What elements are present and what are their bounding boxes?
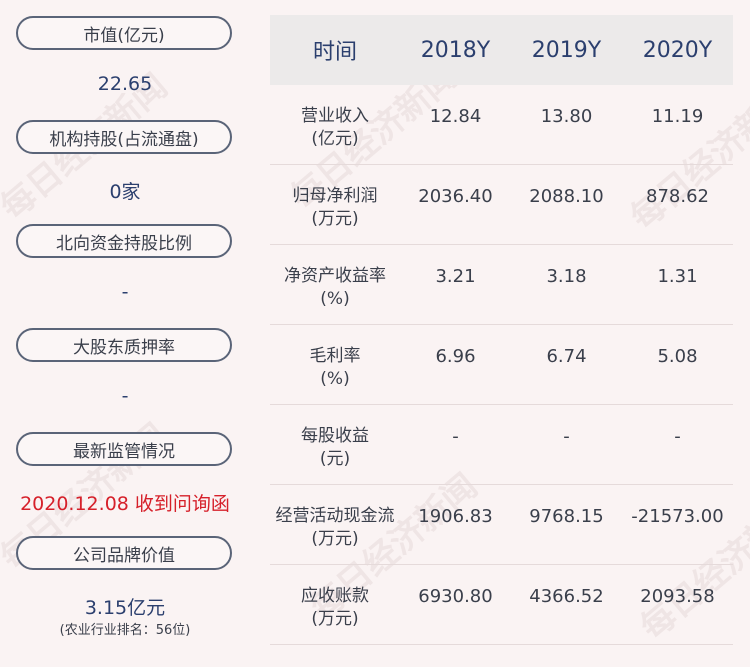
cell-value: 6.74 [546, 346, 587, 367]
cell-value: 3.18 [546, 266, 587, 287]
cell-value: 878.62 [646, 186, 709, 207]
northbound-ratio-value: - [121, 281, 129, 303]
row-label: 经营活动现金流 (万元) [275, 506, 395, 549]
header-2019: 2019Y [531, 37, 602, 63]
cell-value: 11.19 [651, 106, 704, 127]
table-row: 营业收入 (亿元) 12.84 13.80 11.19 [270, 85, 733, 165]
cell-value: - [674, 426, 681, 447]
regulatory-status-label: 最新监管情况 [16, 432, 232, 466]
cell-value: 2093.58 [640, 586, 715, 607]
pledge-ratio-label: 大股东质押率 [16, 328, 232, 362]
header-2018: 2018Y [420, 37, 491, 63]
row-label: 毛利率 (%) [309, 346, 361, 389]
cell-value: 12.84 [429, 106, 482, 127]
cell-value: 4366.52 [529, 586, 604, 607]
pledge-ratio-value: - [121, 385, 129, 407]
table-row: 净资产收益率 (%) 3.21 3.18 1.31 [270, 245, 733, 325]
market-cap-value: 22.65 [97, 73, 153, 95]
regulatory-status-value: 2020.12.08 收到问询函 [20, 493, 230, 515]
brand-value-label: 公司品牌价值 [16, 536, 232, 570]
cell-value: 9768.15 [529, 506, 604, 527]
brand-rank-note: (农业行业排名：56位) [59, 623, 191, 638]
institutional-holding-label: 机构持股(占流通盘) [16, 120, 232, 154]
cell-value: 1906.83 [418, 506, 493, 527]
cell-value: - [563, 426, 570, 447]
header-time: 时间 [312, 40, 357, 65]
cell-value: 6.96 [435, 346, 476, 367]
row-label: 营业收入 (亿元) [301, 106, 369, 149]
cell-value: 2088.10 [529, 186, 604, 207]
row-label: 应收账款 (万元) [301, 586, 369, 629]
cell-value: 6930.80 [418, 586, 493, 607]
institutional-holding-value: 0家 [109, 181, 141, 203]
row-label: 净资产收益率 (%) [284, 266, 386, 309]
northbound-ratio-label: 北向资金持股比例 [16, 224, 232, 258]
cell-value: 2036.40 [418, 186, 493, 207]
cell-value: -21573.00 [631, 506, 724, 527]
cell-value: 3.21 [435, 266, 476, 287]
stock-summary-panel: 市值(亿元) 22.65 机构持股(占流通盘) 0家 北向资金持股比例 - 大股… [0, 0, 250, 667]
cell-value: - [452, 426, 459, 447]
brand-value-value: 3.15亿元 [84, 597, 166, 619]
header-2020: 2020Y [642, 37, 713, 63]
financial-table: 时间 2018Y 2019Y 2020Y 营业收入 (亿元) 12.84 13.8… [270, 15, 733, 645]
row-label: 归母净利润 (万元) [292, 186, 378, 229]
table-row: 应收账款 (万元) 6930.80 4366.52 2093.58 [270, 565, 733, 645]
table-row: 每股收益 (元) - - - [270, 405, 733, 485]
table-row: 毛利率 (%) 6.96 6.74 5.08 [270, 325, 733, 405]
row-label: 每股收益 (元) [301, 426, 369, 469]
market-cap-label: 市值(亿元) [16, 16, 232, 50]
table-header: 时间 2018Y 2019Y 2020Y [270, 15, 733, 85]
table-row: 经营活动现金流 (万元) 1906.83 9768.15 -21573.00 [270, 485, 733, 565]
cell-value: 1.31 [657, 266, 698, 287]
table-row: 归母净利润 (万元) 2036.40 2088.10 878.62 [270, 165, 733, 245]
cell-value: 5.08 [657, 346, 698, 367]
cell-value: 13.80 [540, 106, 593, 127]
